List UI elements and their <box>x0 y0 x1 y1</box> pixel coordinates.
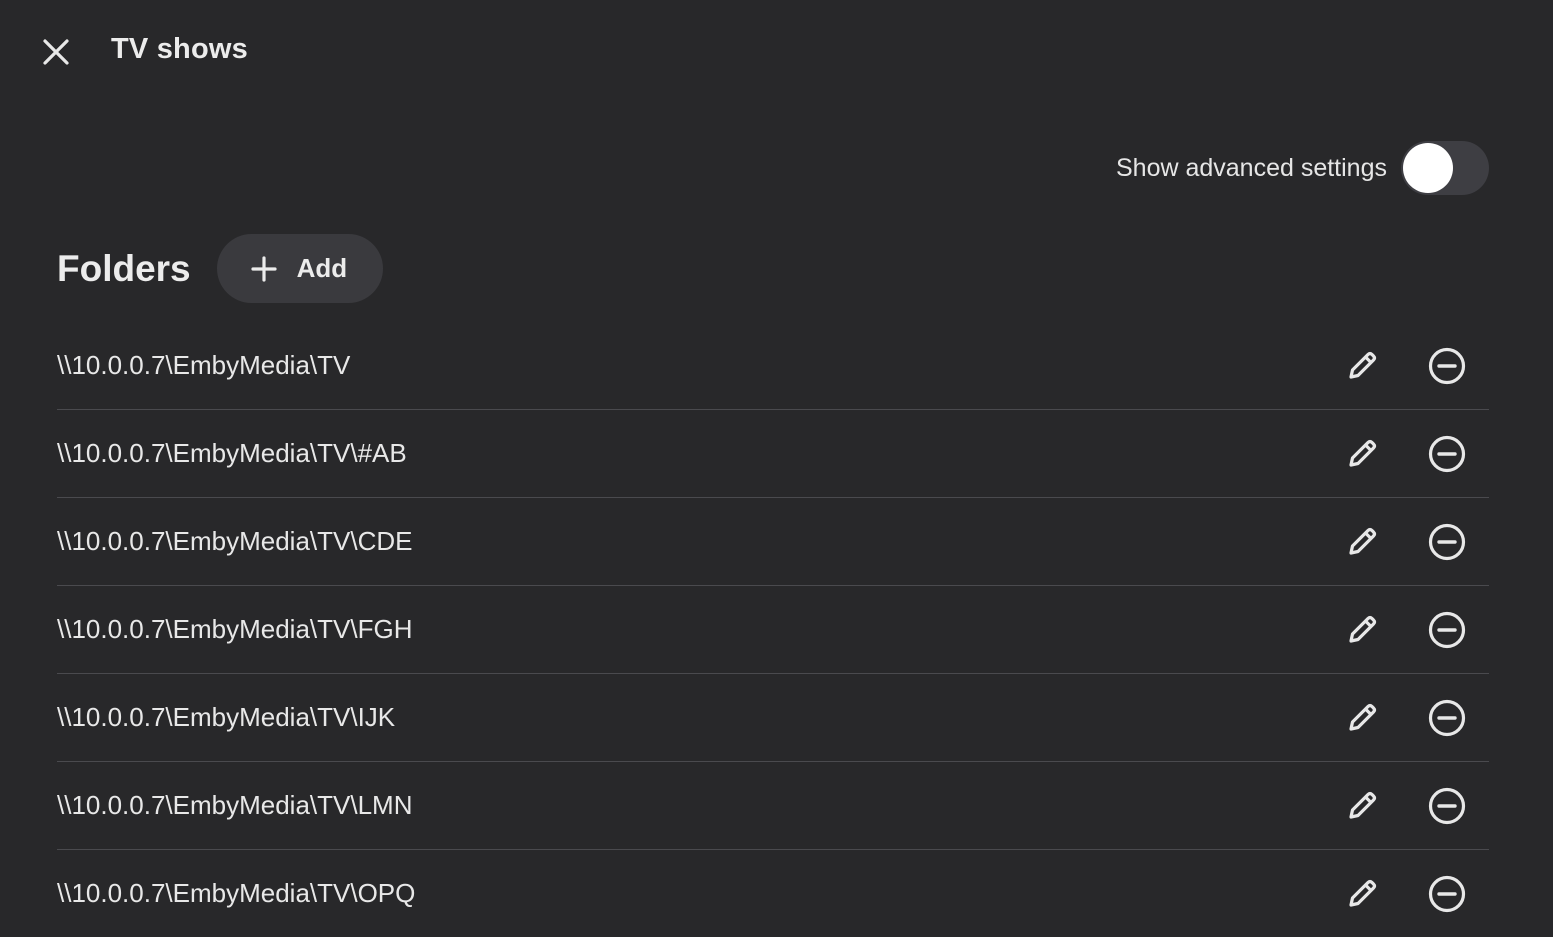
edit-folder-button[interactable] <box>1337 341 1387 391</box>
folder-row: \\10.0.0.7\EmbyMedia\TV\OPQ <box>57 850 1489 937</box>
advanced-settings-toggle[interactable] <box>1401 141 1489 195</box>
folder-list: \\10.0.0.7\EmbyMedia\TV \\10.0.0.7\EmbyM… <box>57 322 1489 937</box>
pencil-icon <box>1349 879 1377 907</box>
page-title: TV shows <box>111 33 248 65</box>
dialog-header: TV shows <box>0 0 1553 104</box>
remove-circle-icon <box>1428 435 1466 472</box>
add-folder-button[interactable]: Add <box>216 234 383 303</box>
edit-folder-button[interactable] <box>1337 517 1387 567</box>
edit-folder-button[interactable] <box>1337 605 1387 655</box>
remove-folder-button[interactable] <box>1422 429 1472 479</box>
remove-folder-button[interactable] <box>1422 517 1472 567</box>
close-icon <box>43 39 69 65</box>
pencil-icon <box>1349 703 1377 731</box>
plus-icon <box>251 255 277 282</box>
folder-row: \\10.0.0.7\EmbyMedia\TV <box>57 322 1489 410</box>
folder-row: \\10.0.0.7\EmbyMedia\TV\LMN <box>57 762 1489 850</box>
edit-folder-button[interactable] <box>1337 693 1387 743</box>
remove-folder-button[interactable] <box>1422 869 1472 919</box>
pencil-icon <box>1349 615 1377 643</box>
edit-folder-button[interactable] <box>1337 869 1387 919</box>
remove-circle-icon <box>1428 699 1466 736</box>
remove-circle-icon <box>1428 787 1466 824</box>
remove-folder-button[interactable] <box>1422 605 1472 655</box>
folders-header: Folders Add <box>57 234 383 303</box>
remove-circle-icon <box>1428 523 1466 560</box>
remove-circle-icon <box>1428 875 1466 912</box>
folder-row: \\10.0.0.7\EmbyMedia\TV\#AB <box>57 410 1489 498</box>
remove-folder-button[interactable] <box>1422 341 1472 391</box>
pencil-icon <box>1349 527 1377 555</box>
folders-title: Folders <box>57 247 191 289</box>
remove-circle-icon <box>1428 611 1466 648</box>
folder-row: \\10.0.0.7\EmbyMedia\TV\IJK <box>57 674 1489 762</box>
pencil-icon <box>1349 439 1377 467</box>
remove-folder-button[interactable] <box>1422 781 1472 831</box>
remove-circle-icon <box>1428 347 1466 384</box>
add-folder-label: Add <box>296 253 348 283</box>
close-button[interactable] <box>36 32 76 72</box>
folder-path: \\10.0.0.7\EmbyMedia\TV\#AB <box>57 438 407 468</box>
folder-row: \\10.0.0.7\EmbyMedia\TV\FGH <box>57 586 1489 674</box>
folder-path: \\10.0.0.7\EmbyMedia\TV\CDE <box>57 526 413 556</box>
remove-folder-button[interactable] <box>1422 693 1472 743</box>
folder-path: \\10.0.0.7\EmbyMedia\TV\IJK <box>57 702 396 732</box>
folder-path: \\10.0.0.7\EmbyMedia\TV\LMN <box>57 790 413 820</box>
folder-path: \\10.0.0.7\EmbyMedia\TV <box>57 350 351 380</box>
advanced-settings-row: Show advanced settings <box>1116 140 1489 196</box>
edit-folder-button[interactable] <box>1337 429 1387 479</box>
advanced-settings-label: Show advanced settings <box>1115 153 1387 182</box>
folder-row: \\10.0.0.7\EmbyMedia\TV\CDE <box>57 498 1489 586</box>
folder-path: \\10.0.0.7\EmbyMedia\TV\FGH <box>57 614 413 644</box>
pencil-icon <box>1349 791 1377 819</box>
pencil-icon <box>1349 351 1377 379</box>
folder-path: \\10.0.0.7\EmbyMedia\TV\OPQ <box>57 878 416 908</box>
toggle-knob <box>1403 143 1453 193</box>
edit-folder-button[interactable] <box>1337 781 1387 831</box>
